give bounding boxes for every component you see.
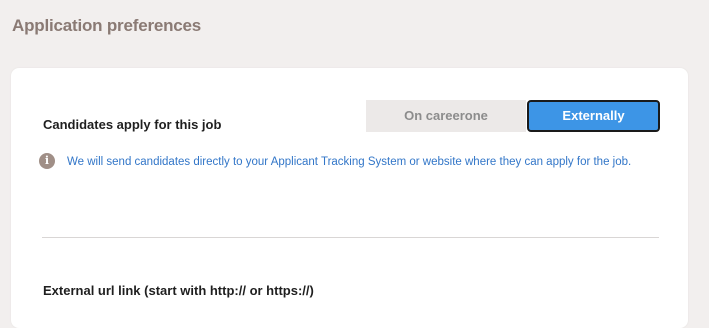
apply-method-toggle: On careerone Externally [366, 100, 660, 132]
on-careerone-option[interactable]: On careerone [366, 100, 526, 132]
info-text: We will send candidates directly to your… [67, 156, 632, 168]
divider [42, 237, 659, 238]
application-preferences-card: Candidates apply for this job On careero… [11, 68, 688, 328]
info-message: i We will send candidates directly to yo… [39, 152, 639, 172]
section-title: Application preferences [12, 16, 202, 35]
info-icon: i [39, 153, 55, 169]
external-url-label: External url link (start with http:// or… [43, 283, 314, 298]
apply-question-label: Candidates apply for this job [43, 117, 222, 132]
externally-option[interactable]: Externally [527, 100, 660, 132]
